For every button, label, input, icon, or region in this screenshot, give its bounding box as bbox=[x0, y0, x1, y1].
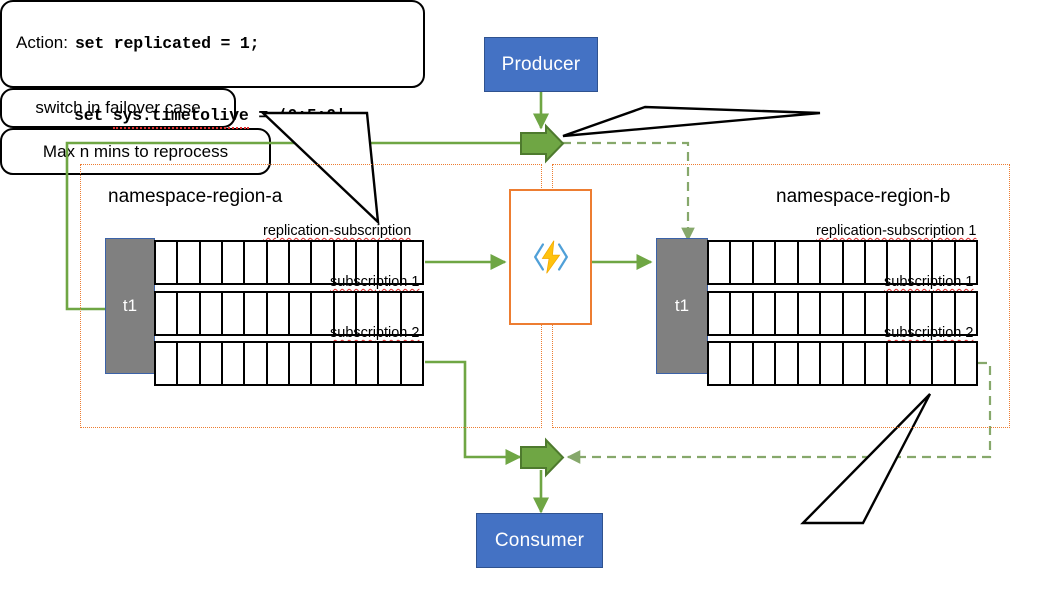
queue-cell bbox=[731, 242, 754, 283]
queue-cell bbox=[379, 343, 402, 384]
queue-cell bbox=[888, 343, 911, 384]
diagram-canvas: Producer Consumer namespace-region-a t1 … bbox=[0, 0, 1046, 592]
topic-t1-region-b[interactable]: t1 bbox=[656, 238, 708, 374]
queue-cell bbox=[223, 293, 246, 334]
queue-cell bbox=[754, 343, 777, 384]
queue-cell bbox=[844, 343, 866, 384]
queue-cell bbox=[312, 343, 335, 384]
producer-label: Producer bbox=[501, 53, 581, 75]
queue-cell bbox=[844, 293, 866, 334]
queue-cell bbox=[245, 242, 268, 283]
queue-cell bbox=[223, 242, 246, 283]
queue-cell bbox=[754, 293, 777, 334]
queue-cell bbox=[290, 242, 313, 283]
queue-cell bbox=[156, 242, 179, 283]
queue-cell bbox=[268, 343, 290, 384]
queue-cell bbox=[731, 343, 754, 384]
queue-label-subscription-2-b: subscription 2 bbox=[884, 325, 974, 341]
producer-box[interactable]: Producer bbox=[484, 37, 598, 92]
queue-cell bbox=[201, 293, 223, 334]
queue-cell bbox=[245, 293, 268, 334]
queue-cell bbox=[776, 343, 799, 384]
queue-label-subscription-2-a: subscription 2 bbox=[330, 325, 420, 341]
switch-chevron-bottom-icon[interactable] bbox=[520, 437, 565, 478]
queue-cell bbox=[956, 343, 976, 384]
queue-cell bbox=[776, 293, 799, 334]
queue-cell bbox=[731, 293, 754, 334]
queue-cell bbox=[821, 242, 844, 283]
queue-label-subscription-1-a: subscription 1 bbox=[330, 274, 420, 290]
azure-function-box[interactable] bbox=[509, 189, 592, 325]
queue-cell bbox=[933, 343, 956, 384]
queue-cell bbox=[268, 293, 290, 334]
queue-cell bbox=[709, 293, 732, 334]
queue-cell bbox=[178, 293, 201, 334]
queue-cell bbox=[799, 293, 822, 334]
queue-cell bbox=[178, 242, 201, 283]
queue-cell bbox=[290, 343, 313, 384]
queue-cell bbox=[290, 293, 313, 334]
queue-cell bbox=[156, 343, 179, 384]
queue-cell bbox=[402, 343, 422, 384]
queue-cell bbox=[268, 242, 290, 283]
topic-t1-region-b-label: t1 bbox=[674, 296, 690, 315]
queue-cell bbox=[799, 343, 822, 384]
queue-cell bbox=[821, 343, 844, 384]
queue-label-subscription-1-b: subscription 1 bbox=[884, 274, 974, 290]
queue-cell bbox=[156, 293, 179, 334]
queue-cell bbox=[201, 343, 223, 384]
queue-cell bbox=[223, 343, 246, 384]
queue-cell bbox=[709, 242, 732, 283]
queue-subscription-2-b[interactable] bbox=[707, 341, 978, 386]
queue-cell bbox=[776, 242, 799, 283]
queue-cell bbox=[709, 343, 732, 384]
azure-functions-icon bbox=[533, 240, 568, 274]
queue-cell bbox=[799, 242, 822, 283]
consumer-box[interactable]: Consumer bbox=[476, 513, 603, 568]
queue-cell bbox=[844, 242, 866, 283]
queue-label-replication-subscription-b: replication-subscription 1 bbox=[816, 223, 977, 239]
queue-cell bbox=[201, 242, 223, 283]
namespace-region-a-title: namespace-region-a bbox=[108, 186, 283, 207]
topic-t1-region-a-label: t1 bbox=[122, 296, 138, 315]
queue-cell bbox=[245, 343, 268, 384]
queue-cell bbox=[754, 242, 777, 283]
queue-cell bbox=[357, 343, 380, 384]
topic-t1-region-a[interactable]: t1 bbox=[105, 238, 155, 374]
namespace-region-b-title: namespace-region-b bbox=[776, 186, 951, 207]
queue-label-replication-subscription-a: replication-subscription bbox=[263, 223, 412, 239]
switch-chevron-top-icon[interactable] bbox=[520, 123, 565, 164]
queue-cell bbox=[335, 343, 357, 384]
queue-cell bbox=[911, 343, 934, 384]
queue-cell bbox=[866, 343, 889, 384]
queue-subscription-2-a[interactable] bbox=[154, 341, 424, 386]
switch-callout-leader bbox=[562, 105, 821, 138]
consumer-label: Consumer bbox=[494, 529, 585, 551]
queue-cell bbox=[821, 293, 844, 334]
queue-cell bbox=[178, 343, 201, 384]
